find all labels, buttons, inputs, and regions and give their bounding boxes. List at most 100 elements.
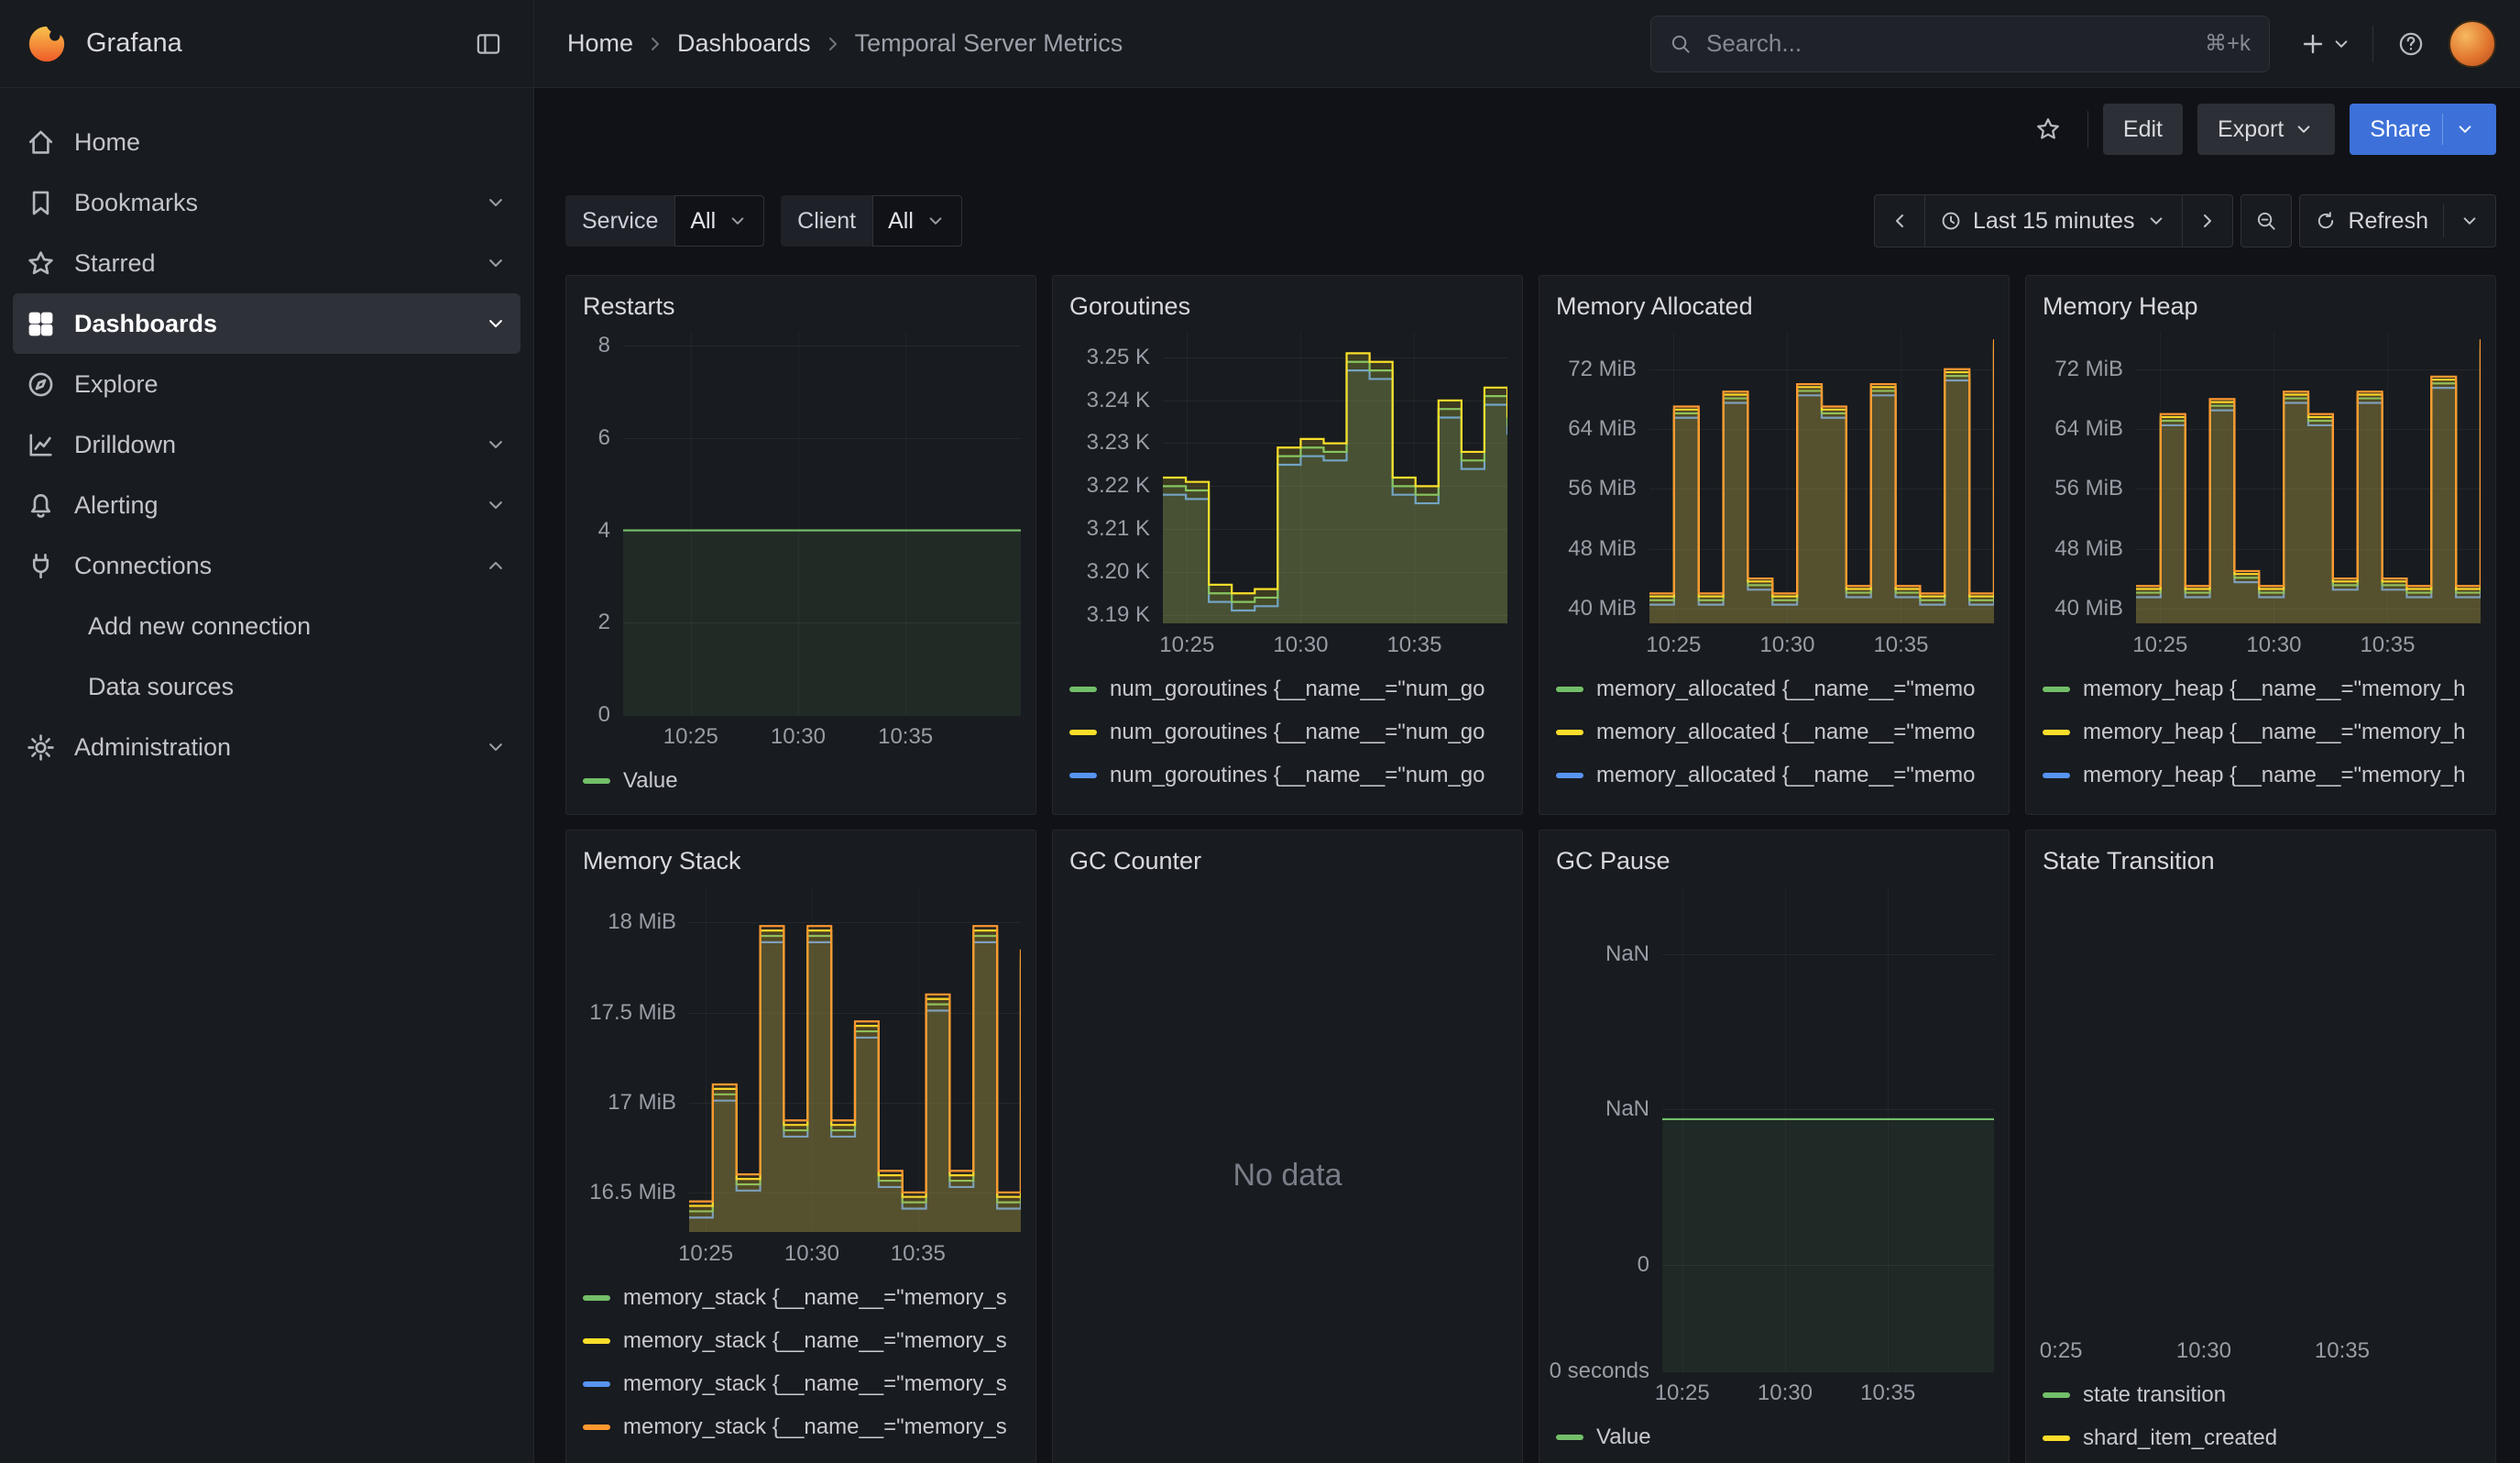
- legend-item[interactable]: memory_heap {__name__="memory_h: [2043, 754, 2479, 797]
- time-shift-forward-button[interactable]: [2182, 194, 2233, 248]
- legend-item[interactable]: num_goroutines {__name__="num_go: [1069, 667, 1506, 710]
- client-filter-value[interactable]: All: [872, 195, 962, 247]
- legend-item[interactable]: shard_item_created: [2043, 1416, 2479, 1459]
- sidebar-item-home[interactable]: Home: [13, 112, 520, 172]
- legend-item[interactable]: memory_allocated {__name__="memo: [1556, 797, 1992, 808]
- zoom-out-button[interactable]: [2241, 194, 2292, 248]
- y-axis-label: 40 MiB: [1568, 596, 1637, 622]
- legend-item[interactable]: state transition: [2043, 1373, 2479, 1416]
- y-axis: 3.25 K3.24 K3.23 K3.22 K3.21 K3.20 K3.19…: [1068, 332, 1163, 623]
- panel-title[interactable]: Memory Heap: [2041, 287, 2481, 332]
- chevron-right-icon: [2197, 210, 2219, 232]
- brand[interactable]: Grafana: [26, 23, 182, 65]
- time-range-picker[interactable]: Last 15 minutes: [1924, 194, 2184, 248]
- panel-title[interactable]: Restarts: [581, 287, 1021, 332]
- sidebar-item-connections[interactable]: Connections: [13, 535, 520, 596]
- legend-label: memory_stack {__name__="memory_s: [623, 1285, 1007, 1311]
- chart-plot[interactable]: [1662, 886, 1994, 1371]
- legend-label: num_goroutines {__name__="num_go: [1110, 720, 1485, 745]
- legend-item[interactable]: num_goroutines {__name__="num_go: [1069, 797, 1506, 808]
- add-new-button[interactable]: [2292, 19, 2360, 69]
- legend-label: memory_allocated {__name__="memo: [1596, 763, 1975, 788]
- sidebar-item-explore[interactable]: Explore: [13, 354, 520, 414]
- panel-title[interactable]: Memory Stack: [581, 842, 1021, 886]
- chart: 18 MiB17.5 MiB17 MiB16.5 MiB: [581, 886, 1021, 1232]
- sidebar-item-data-sources[interactable]: Data sources: [13, 656, 520, 717]
- panel-title[interactable]: GC Counter: [1068, 842, 1507, 886]
- chart-plot[interactable]: [1163, 332, 1507, 623]
- refresh-button[interactable]: Refresh: [2299, 194, 2496, 248]
- legend-item[interactable]: memory_stack {__name__="memory_s: [583, 1405, 1019, 1448]
- chart-plot[interactable]: [2048, 886, 2481, 1329]
- legend-item[interactable]: Value: [583, 759, 1019, 802]
- user-avatar[interactable]: [2449, 20, 2496, 68]
- breadcrumb-current-page[interactable]: Temporal Server Metrics: [855, 29, 1123, 58]
- sidebar-item-label: Home: [74, 128, 508, 157]
- x-axis: 10:2510:3010:35: [1163, 623, 1507, 664]
- dashboards-grid-icon: [26, 309, 56, 339]
- search-input[interactable]: [1706, 29, 2190, 58]
- chart-plot[interactable]: [1649, 332, 1994, 623]
- legend-item[interactable]: Value: [1556, 1415, 1992, 1458]
- edit-button[interactable]: Edit: [2103, 104, 2183, 155]
- legend-item[interactable]: memory_heap {__name__="memory_h: [2043, 797, 2479, 808]
- breadcrumb-dashboards[interactable]: Dashboards: [677, 29, 811, 58]
- panel-title[interactable]: State Transition: [2041, 842, 2481, 886]
- sidebar-item-starred[interactable]: Starred: [13, 233, 520, 293]
- y-axis-label: 48 MiB: [1568, 536, 1637, 562]
- legend-item[interactable]: memory_stack {__name__="memory_s: [583, 1319, 1019, 1362]
- y-axis-label: 64 MiB: [2054, 416, 2123, 442]
- sidebar-item-add-new-connection[interactable]: Add new connection: [13, 596, 520, 656]
- client-filter-label: Client: [781, 195, 872, 247]
- chart-series: [2048, 886, 2481, 1329]
- legend-item[interactable]: num_goroutines {__name__="num_go: [1069, 754, 1506, 797]
- export-button[interactable]: Export: [2197, 104, 2335, 155]
- legend-item[interactable]: memory_heap {__name__="memory_h: [2043, 667, 2479, 710]
- sidebar-item-alerting[interactable]: Alerting: [13, 475, 520, 535]
- legend: Value: [1554, 1412, 1994, 1463]
- legend-item[interactable]: memory_allocated {__name__="memo: [1556, 667, 1992, 710]
- panel-title[interactable]: Memory Allocated: [1554, 287, 1994, 332]
- breadcrumb-home[interactable]: Home: [567, 29, 633, 58]
- sidebar-item-label: Explore: [74, 370, 508, 399]
- sidebar-item-administration[interactable]: Administration: [13, 717, 520, 777]
- legend-item[interactable]: num_goroutines {__name__="num_go: [1069, 710, 1506, 754]
- grafana-app: Grafana Home Dashboards Temporal Server …: [0, 0, 2520, 1463]
- panel-title[interactable]: GC Pause: [1554, 842, 1994, 886]
- x-axis-label: 10:30: [2176, 1338, 2231, 1364]
- chart-series: [1649, 332, 1994, 623]
- legend-label: Value: [1596, 1424, 1651, 1450]
- sidebar-item-bookmarks[interactable]: Bookmarks: [13, 172, 520, 233]
- legend-item[interactable]: memory_stack {__name__="memory_s: [583, 1276, 1019, 1319]
- x-axis-label: 10:25: [1655, 1380, 1710, 1406]
- legend-item[interactable]: memory_heap {__name__="memory_h: [2043, 710, 2479, 754]
- sidebar-toggle-button[interactable]: [464, 19, 513, 69]
- panel-title[interactable]: Goroutines: [1068, 287, 1507, 332]
- legend-label: memory_heap {__name__="memory_h: [2083, 763, 2465, 788]
- time-range-group: Last 15 minutes: [1874, 194, 2234, 248]
- drilldown-icon: [26, 430, 56, 460]
- time-shift-back-button[interactable]: [1874, 194, 1925, 248]
- x-axis-label: 10:30: [771, 724, 826, 750]
- y-axis-label: 64 MiB: [1568, 416, 1637, 442]
- favorite-button[interactable]: [2023, 104, 2073, 154]
- share-button[interactable]: Share: [2350, 104, 2496, 155]
- sidebar-item-drilldown[interactable]: Drilldown: [13, 414, 520, 475]
- help-button[interactable]: [2386, 19, 2436, 69]
- x-axis-label: 0:25: [2040, 1338, 2083, 1364]
- chart-plot[interactable]: [2136, 332, 2481, 623]
- service-filter-value[interactable]: All: [674, 195, 764, 247]
- y-axis-label: 17 MiB: [608, 1090, 676, 1116]
- chart-plot[interactable]: [623, 332, 1021, 715]
- legend-item[interactable]: memory_allocated {__name__="memo: [1556, 710, 1992, 754]
- legend-label: memory_allocated {__name__="memo: [1596, 676, 1975, 702]
- legend: state transition shard_item_created: [2041, 1370, 2481, 1463]
- legend-item[interactable]: memory_allocated {__name__="memo: [1556, 754, 1992, 797]
- legend-label: shard_item_created: [2083, 1425, 2277, 1451]
- search-box[interactable]: ⌘+k: [1650, 16, 2270, 72]
- chart: [2041, 886, 2481, 1329]
- sidebar-item-dashboards[interactable]: Dashboards: [13, 293, 520, 354]
- chevron-right-icon: [822, 33, 844, 55]
- legend-item[interactable]: memory_stack {__name__="memory_s: [583, 1362, 1019, 1405]
- chart-plot[interactable]: [689, 886, 1021, 1232]
